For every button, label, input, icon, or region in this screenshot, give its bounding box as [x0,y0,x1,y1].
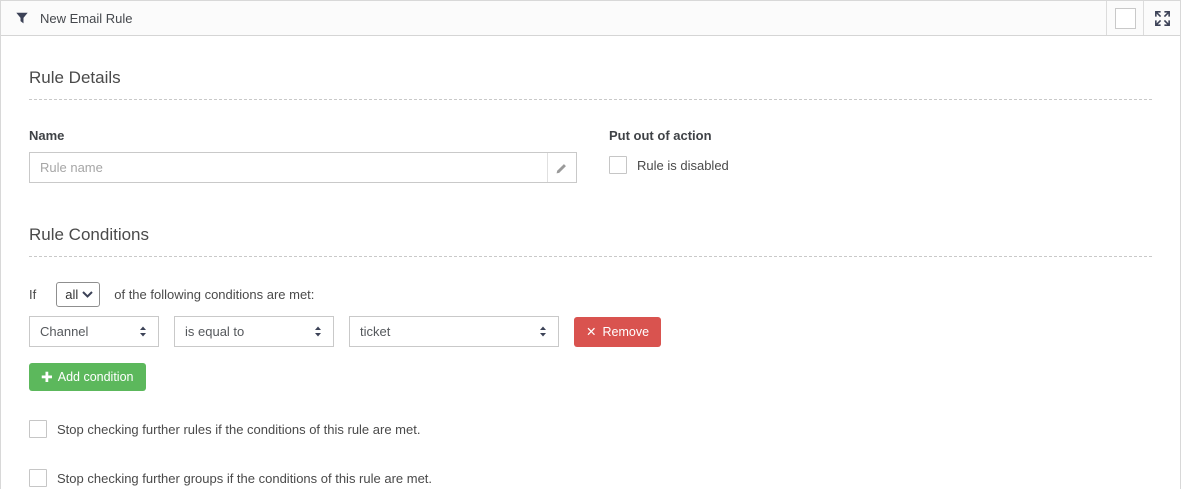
x-icon: ✕ [586,324,596,339]
edit-name-button[interactable] [547,153,576,182]
up-down-arrows-icon [137,325,149,338]
add-condition-button[interactable]: ✚ Add condition [29,363,146,391]
condition-operator-value: is equal to [185,324,244,339]
rule-name-input[interactable] [30,153,547,182]
put-out-of-action-label: Put out of action [609,128,729,143]
name-input-wrap [29,152,577,183]
new-email-rule-panel: New Email Rule Rule Details [0,0,1181,489]
condition-field-value: Channel [40,324,88,339]
name-label: Name [29,128,577,143]
rule-disabled-label: Rule is disabled [637,158,729,173]
panel-header: New Email Rule [1,1,1180,36]
condition-field-select[interactable]: Channel [29,316,159,347]
expand-button[interactable] [1143,1,1180,35]
expand-arrows-icon [1153,9,1172,28]
put-out-of-action-group: Put out of action Rule is disabled [609,128,729,183]
condition-match-row: If all of the following conditions are m… [29,282,1152,307]
plus-icon: ✚ [41,369,53,386]
stop-rules-checkbox[interactable] [29,420,47,438]
if-suffix-text: of the following conditions are met: [114,287,314,302]
chevron-down-icon [82,291,93,298]
stop-groups-checkbox[interactable] [29,469,47,487]
stop-rules-checkbox-row[interactable]: Stop checking further rules if the condi… [29,420,1152,438]
match-mode-select[interactable]: all [56,282,100,307]
rule-details-heading: Rule Details [29,68,1152,100]
rule-disabled-checkbox[interactable] [609,156,627,174]
rule-conditions-heading: Rule Conditions [29,225,1152,257]
stop-groups-checkbox-row[interactable]: Stop checking further groups if the cond… [29,469,1152,487]
pencil-icon [555,161,569,175]
up-down-arrows-icon [537,325,549,338]
stop-rules-label: Stop checking further rules if the condi… [57,422,420,437]
remove-condition-button[interactable]: ✕ Remove [574,317,661,347]
condition-value-select[interactable]: ticket [349,316,559,347]
condition-value-value: ticket [360,324,390,339]
rule-details-row: Name Put out of action Rule is disabled [29,128,1152,183]
funnel-filter-icon [15,11,29,25]
panel-header-actions [1106,1,1180,35]
condition-row: Channel is equal to ticket ✕ Remove [29,316,1152,347]
stop-groups-label: Stop checking further groups if the cond… [57,471,432,486]
add-condition-label: Add condition [58,370,134,384]
up-down-arrows-icon [312,325,324,338]
rule-disabled-checkbox-row[interactable]: Rule is disabled [609,156,729,174]
panel-header-left: New Email Rule [1,11,132,26]
panel-content: Rule Details Name Put out of action [1,68,1180,487]
name-field-group: Name [29,128,577,183]
match-mode-value: all [65,287,78,302]
empty-checkbox-icon[interactable] [1115,8,1136,29]
condition-operator-select[interactable]: is equal to [174,316,334,347]
header-checkbox-button[interactable] [1106,1,1143,35]
panel-title: New Email Rule [40,11,132,26]
remove-button-label: Remove [602,325,649,339]
if-label: If [29,287,36,302]
